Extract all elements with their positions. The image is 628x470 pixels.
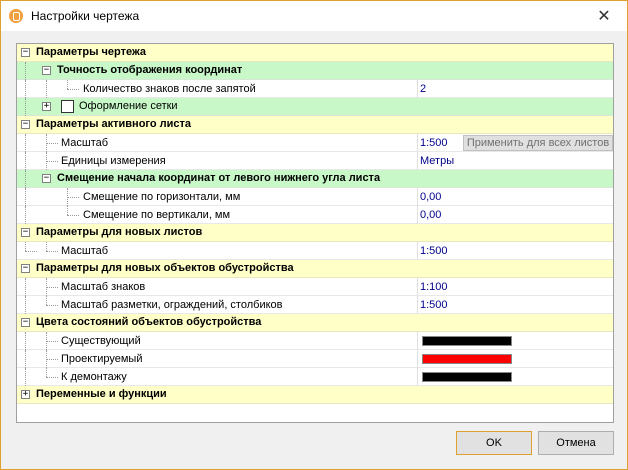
prop-active-scale[interactable]: Масштаб 1:500 Применить для всех листов	[17, 134, 613, 152]
ok-button[interactable]: OK	[456, 431, 532, 455]
collapse-icon[interactable]: −	[42, 66, 51, 75]
category-variables[interactable]: + Переменные и функции	[17, 386, 613, 404]
active-scale-value[interactable]: 1:500 Применить для всех листов	[417, 134, 613, 152]
cancel-button[interactable]: Отмена	[538, 431, 614, 455]
collapse-icon[interactable]: −	[21, 120, 30, 129]
category-label: Переменные и функции	[36, 388, 167, 400]
category-new-objects[interactable]: − Параметры для новых объектов обустройс…	[17, 260, 613, 278]
prop-label: К демонтажу	[61, 371, 127, 383]
marking-scale-value[interactable]: 1:500	[417, 296, 613, 314]
apply-all-sheets-button[interactable]: Применить для всех листов	[463, 135, 613, 151]
new-scale-value[interactable]: 1:500	[417, 242, 613, 260]
prop-offset-v[interactable]: Смещение по вертикали, мм 0,00	[17, 206, 613, 224]
prop-label: Масштаб разметки, ограждений, столбиков	[61, 299, 283, 311]
prop-new-scale[interactable]: Масштаб 1:500	[17, 242, 613, 260]
prop-label: Существующий	[61, 335, 141, 347]
category-label: Цвета состояний объектов обустройства	[36, 316, 262, 328]
decimal-places-value[interactable]: 2	[417, 80, 613, 98]
title-bar: Настройки чертежа ✕	[1, 1, 627, 31]
prop-marking-scale[interactable]: Масштаб разметки, ограждений, столбиков …	[17, 296, 613, 314]
category-label: Параметры чертежа	[36, 46, 147, 58]
collapse-icon[interactable]: −	[42, 174, 51, 183]
prop-sign-scale[interactable]: Масштаб знаков 1:100	[17, 278, 613, 296]
category-label: Параметры для новых объектов обустройств…	[36, 262, 294, 274]
collapse-icon[interactable]: −	[21, 264, 30, 273]
subcategory-grid-style[interactable]: + Оформление сетки	[17, 98, 613, 116]
prop-existing-color[interactable]: Существующий	[17, 332, 613, 350]
button-bar: OK Отмена	[1, 423, 627, 469]
collapse-icon[interactable]: −	[21, 48, 30, 57]
prop-label: Смещение по горизонтали, мм	[83, 191, 241, 203]
existing-color-swatch[interactable]	[422, 336, 512, 346]
prop-designed-color[interactable]: Проектируемый	[17, 350, 613, 368]
prop-label: Масштаб	[61, 137, 109, 149]
prop-demolish-color[interactable]: К демонтажу	[17, 368, 613, 386]
category-new-sheets[interactable]: − Параметры для новых листов	[17, 224, 613, 242]
category-colors[interactable]: − Цвета состояний объектов обустройства	[17, 314, 613, 332]
prop-label: Смещение по вертикали, мм	[83, 209, 231, 221]
prop-label: Количество знаков после запятой	[83, 83, 256, 95]
prop-decimal-places[interactable]: Количество знаков после запятой 2	[17, 80, 613, 98]
grid-style-checkbox[interactable]	[61, 100, 74, 113]
designed-color-value[interactable]	[417, 350, 613, 368]
expand-icon[interactable]: +	[42, 102, 51, 111]
prop-units[interactable]: Единицы измерения Метры	[17, 152, 613, 170]
designed-color-swatch[interactable]	[422, 354, 512, 364]
prop-label: Масштаб	[61, 245, 109, 257]
prop-label: Проектируемый	[61, 353, 143, 365]
window-title: Настройки чертежа	[31, 9, 140, 23]
subcategory-offset[interactable]: − Смещение начала координат от левого ни…	[17, 170, 613, 188]
demolish-color-value[interactable]	[417, 368, 613, 386]
units-value[interactable]: Метры	[417, 152, 613, 170]
subcategory-precision[interactable]: − Точность отображения координат	[17, 62, 613, 80]
subcategory-label: Смещение начала координат от левого нижн…	[57, 172, 381, 184]
settings-dialog: Настройки чертежа ✕ − Параметры чертежа …	[0, 0, 628, 470]
demolish-color-swatch[interactable]	[422, 372, 512, 382]
collapse-icon[interactable]: −	[21, 228, 30, 237]
existing-color-value[interactable]	[417, 332, 613, 350]
category-label: Параметры для новых листов	[36, 226, 203, 238]
property-grid: − Параметры чертежа − Точность отображен…	[16, 43, 614, 423]
category-drawing-params[interactable]: − Параметры чертежа	[17, 44, 613, 62]
offset-h-value[interactable]: 0,00	[417, 188, 613, 206]
expand-icon[interactable]: +	[21, 390, 30, 399]
prop-label: Масштаб знаков	[61, 281, 146, 293]
prop-offset-h[interactable]: Смещение по горизонтали, мм 0,00	[17, 188, 613, 206]
offset-v-value[interactable]: 0,00	[417, 206, 613, 224]
collapse-icon[interactable]: −	[21, 318, 30, 327]
category-label: Параметры активного листа	[36, 118, 192, 130]
sign-scale-value[interactable]: 1:100	[417, 278, 613, 296]
drawing-settings-icon	[9, 9, 23, 23]
subcategory-label: Оформление сетки	[79, 100, 178, 112]
prop-label: Единицы измерения	[61, 155, 166, 167]
category-active-sheet[interactable]: − Параметры активного листа	[17, 116, 613, 134]
close-icon[interactable]: ✕	[581, 1, 627, 31]
subcategory-label: Точность отображения координат	[57, 64, 243, 76]
